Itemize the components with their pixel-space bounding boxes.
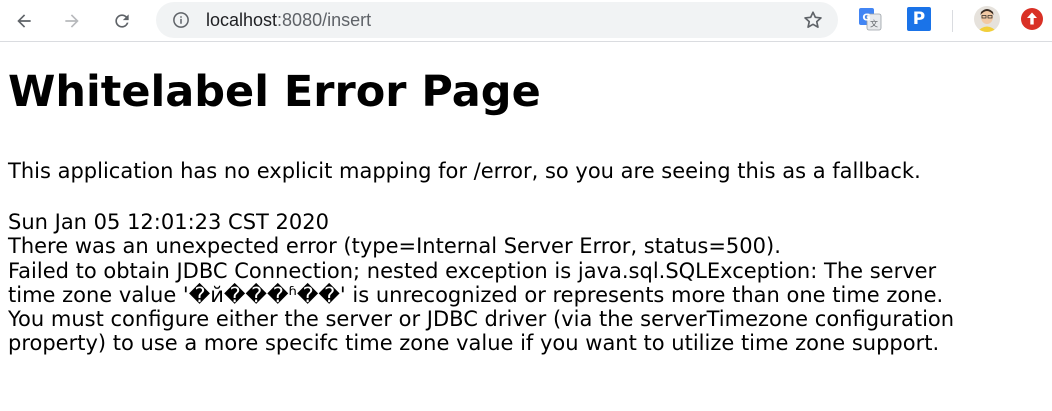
reload-icon — [115, 14, 129, 28]
avatar-image — [974, 6, 1000, 32]
forward-button[interactable] — [56, 5, 88, 37]
svg-text:文: 文 — [870, 19, 878, 29]
browser-toolbar: localhost:8080/insert G 文 P — [0, 0, 1052, 42]
translate-extension-icon: G 文 — [859, 8, 882, 31]
update-button[interactable] — [1020, 7, 1044, 31]
url-path: :8080/insert — [277, 10, 372, 30]
address-bar[interactable]: localhost:8080/insert — [156, 2, 838, 38]
profile-avatar[interactable] — [974, 6, 1000, 32]
error-page-content: Whitelabel Error Page This application h… — [8, 62, 1048, 355]
info-icon[interactable] — [172, 11, 190, 29]
back-button[interactable] — [8, 5, 40, 37]
reload-button[interactable] — [106, 5, 138, 37]
forward-arrow-icon — [65, 14, 79, 28]
back-arrow-icon — [17, 14, 31, 28]
url-host: localhost — [206, 10, 278, 30]
page-title: Whitelabel Error Page — [8, 67, 541, 117]
p-extension-button[interactable]: P — [907, 7, 931, 31]
fallback-message: This application has no explicit mapping… — [8, 159, 921, 183]
p-extension-label: P — [912, 9, 926, 29]
error-message-line: time zone value '�й���ʱ��' is unrecogniz… — [8, 282, 944, 307]
url-text[interactable]: localhost:8080/insert — [206, 9, 371, 31]
bookmark-star-icon[interactable] — [802, 9, 824, 31]
error-timestamp: Sun Jan 05 12:01:23 CST 2020 — [8, 210, 329, 234]
update-icon — [1021, 8, 1043, 30]
toolbar-divider — [952, 10, 953, 32]
error-message-line: property) to use a more specifc time zon… — [8, 331, 940, 356]
error-details: Sun Jan 05 12:01:23 CST 2020 There was a… — [8, 210, 1048, 356]
error-message-line: You must configure either the server or … — [8, 307, 955, 332]
error-message-line: Failed to obtain JDBC Connection; nested… — [8, 258, 937, 283]
error-type-status: There was an unexpected error (type=Inte… — [8, 234, 781, 259]
translate-extension-button[interactable]: G 文 — [858, 7, 882, 31]
